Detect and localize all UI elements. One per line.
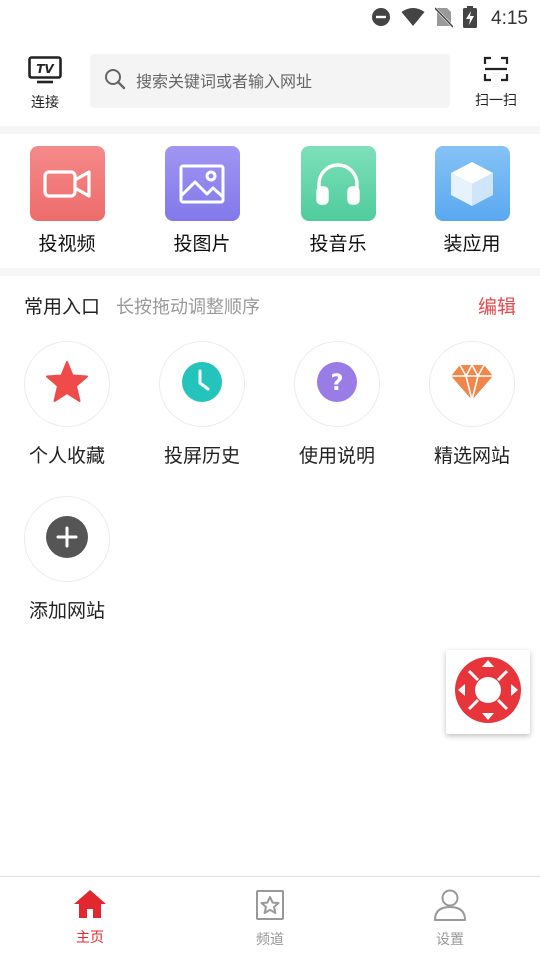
entry-cast-history-circle [159,341,245,427]
entry-instructions-label: 使用说明 [298,445,375,467]
scan-label: 扫一扫 [475,93,517,109]
cast-grid: 投视频 投图片 投音乐 装应用 [0,136,540,266]
cast-image-button[interactable]: 投图片 [152,146,252,256]
divider [0,268,540,276]
plus-icon [46,516,88,562]
nav-channel-label: 频道 [256,932,284,948]
bottom-nav: 主页 频道 设置 [0,876,540,960]
cast-video-button[interactable]: 投视频 [17,146,117,256]
divider [0,126,540,134]
user-icon [433,889,467,925]
wifi-icon [401,7,425,31]
clock-icon [181,361,223,407]
do-not-disturb-icon [371,7,391,31]
section-title: 常用入口 [24,296,101,318]
entry-cast-history-label: 投屏历史 [163,445,240,467]
entry-add-site[interactable]: 添加网站 [12,496,122,623]
tv-connect-label: 连接 [31,95,59,111]
entry-instructions-circle: ? [294,341,380,427]
channel-star-icon [255,889,285,925]
edit-button[interactable]: 编辑 [478,292,516,319]
install-app-label: 装应用 [443,233,501,255]
remote-control-icon [454,656,522,728]
entry-featured-sites-label: 精选网站 [433,445,510,467]
common-entries-header: 常用入口 长按拖动调整顺序 编辑 [0,284,540,328]
video-camera-icon [29,146,105,221]
top-bar: TV 连接 扫一扫 [0,46,540,116]
cast-music-button[interactable]: 投音乐 [288,146,388,256]
cast-music-label: 投音乐 [309,233,367,255]
star-icon [45,361,89,407]
scan-icon [483,56,509,86]
headphones-icon [300,146,376,221]
status-bar: 4:15 [0,0,540,38]
question-icon: ? [316,361,358,407]
cast-video-label: 投视频 [38,233,96,255]
tv-icon-text: TV [36,62,55,76]
tv-connect-button[interactable]: TV 连接 [18,56,72,112]
search-input[interactable] [136,71,426,91]
scan-button[interactable]: 扫一扫 [470,56,522,112]
home-icon [73,889,107,923]
entry-featured-sites[interactable]: 精选网站 [417,341,527,468]
cube-icon [434,146,510,221]
entry-featured-sites-circle [429,341,515,427]
nav-channel[interactable]: 频道 [220,889,320,949]
entry-add-site-label: 添加网站 [28,600,105,622]
entry-cast-history[interactable]: 投屏历史 [147,341,257,468]
cast-image-label: 投图片 [173,233,231,255]
status-time: 4:15 [491,8,528,29]
battery-charging-icon [463,6,478,32]
nav-settings[interactable]: 设置 [400,889,500,949]
search-bar[interactable] [90,54,450,108]
diamond-icon [450,363,494,405]
svg-text:?: ? [331,371,344,396]
entry-add-site-circle [24,496,110,582]
remote-control-button[interactable] [446,650,530,734]
entry-favorites-label: 个人收藏 [28,445,105,467]
nav-home-label: 主页 [76,930,104,946]
entry-favorites-circle [24,341,110,427]
entry-favorites[interactable]: 个人收藏 [12,341,122,468]
install-app-button[interactable]: 装应用 [422,146,522,256]
no-sim-icon [434,6,454,32]
tv-icon: TV [28,56,62,88]
nav-settings-label: 设置 [436,932,464,948]
image-icon [164,146,240,221]
search-icon [104,68,126,94]
entry-instructions[interactable]: ? 使用说明 [282,341,392,468]
nav-home[interactable]: 主页 [40,889,140,947]
section-hint: 长按拖动调整顺序 [116,297,260,318]
